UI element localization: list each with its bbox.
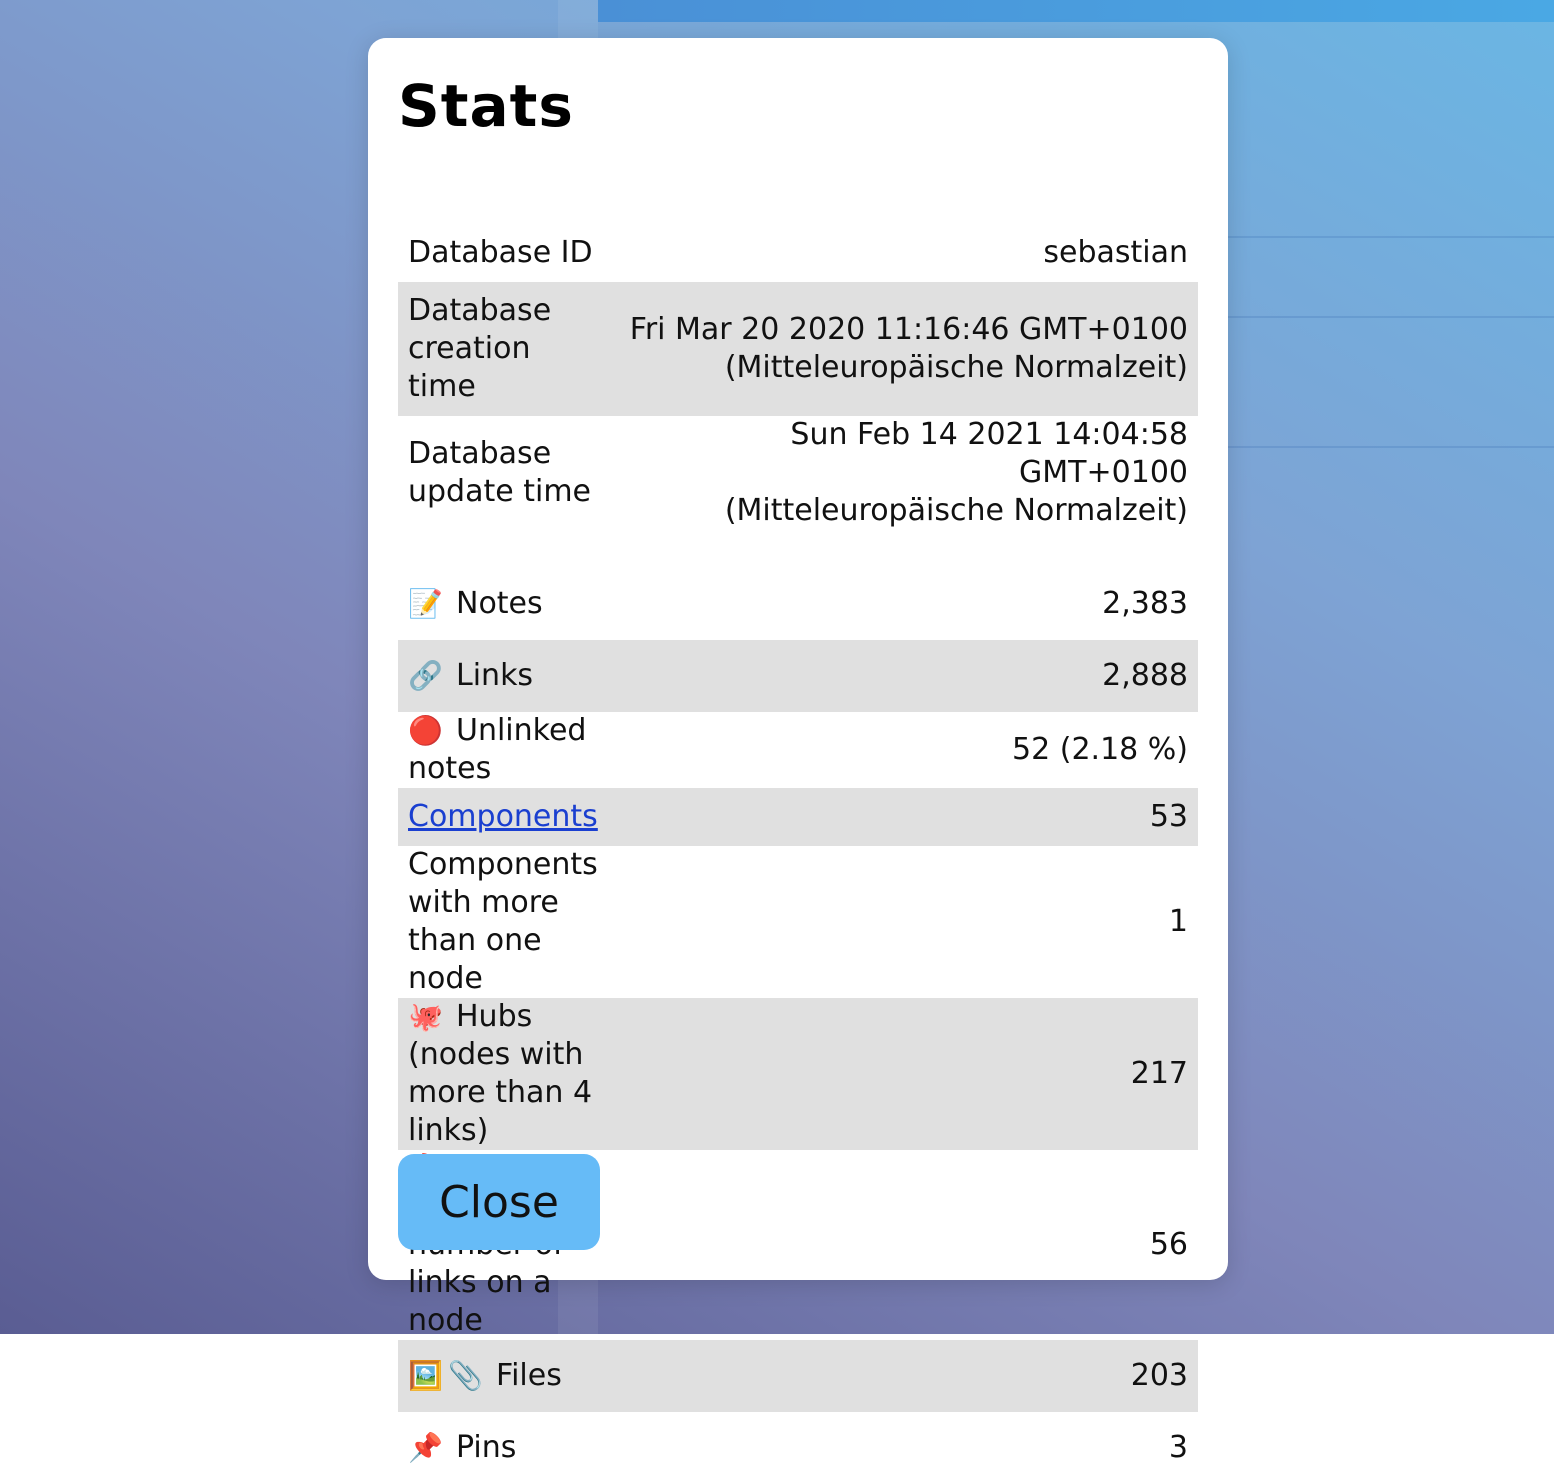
pushpin-icon: 📌 <box>408 1431 443 1464</box>
stat-label-cell: 🔴 Unlinked notes <box>398 712 608 788</box>
stat-value: 203 <box>607 1340 1198 1412</box>
memo-icon: 📝 <box>408 587 443 620</box>
stat-row-files: 🖼️ 📎 Files 203 <box>398 1340 1198 1412</box>
section-spacer <box>398 530 1198 568</box>
db-creation-value: Fri Mar 20 2020 11:16:46 GMT+0100 (Mitte… <box>607 282 1198 416</box>
close-button[interactable]: Close <box>398 1154 600 1250</box>
stats-dialog: Stats Database ID sebastian Database cre… <box>368 38 1228 1465</box>
stat-label-cell: 🐙 Hubs (nodes with more than 4 links) <box>398 998 608 1150</box>
db-update-value: Sun Feb 14 2021 14:04:58 GMT+0100 (Mitte… <box>608 416 1198 530</box>
stat-label: Pins <box>456 1430 517 1465</box>
stat-row-notes: 📝 Notes 2,383 <box>398 568 1198 640</box>
db-update-row: Database update time Sun Feb 14 2021 14:… <box>398 416 1198 530</box>
stat-value: 3 <box>1168 1430 1188 1465</box>
db-creation-label: Database creation time <box>398 282 608 416</box>
background-divider <box>1228 316 1554 318</box>
stat-value: 1 <box>1168 904 1188 939</box>
stat-row-hubs: 🐙 Hubs (nodes with more than 4 links) 217 <box>398 998 1198 1150</box>
stat-value: 2,383 <box>1102 586 1188 621</box>
dialog-title: Stats <box>398 72 574 140</box>
red-circle-icon: 🔴 <box>408 714 443 747</box>
stat-label-cell: 📝 Notes <box>398 568 608 640</box>
stat-label: Notes <box>456 586 543 621</box>
stats-table: Database ID sebastian Database creation … <box>398 224 1198 1484</box>
db-id-label: Database ID <box>408 235 593 270</box>
stat-row-multi-node-components: Components with more than one node 1 <box>398 846 1198 998</box>
db-creation-timezone: (Mitteleuropäische Normalzeit) <box>724 350 1188 385</box>
components-link[interactable]: Components <box>408 799 598 834</box>
stat-label: Components with more than one node <box>408 847 598 996</box>
stat-label: Files <box>496 1358 562 1393</box>
stat-value: 217 <box>607 998 1198 1150</box>
db-id-value: sebastian <box>1043 235 1188 270</box>
stat-row-unlinked-notes: 🔴 Unlinked notes 52 (2.18 %) <box>398 712 1198 788</box>
stat-label-cell: 📌 Pins <box>398 1412 608 1484</box>
stat-value: 52 (2.18 %) <box>1012 732 1188 767</box>
stat-row-links: 🔗 Links 2,888 <box>398 640 1198 712</box>
stat-value: 56 <box>1149 1227 1188 1262</box>
framed-picture-icon: 🖼️ <box>408 1359 443 1392</box>
db-id-row: Database ID sebastian <box>398 224 1198 282</box>
octopus-icon: 🐙 <box>408 1000 443 1033</box>
background-header-bar <box>598 0 1554 22</box>
db-update-label: Database update time <box>408 436 592 509</box>
background-divider <box>1228 446 1554 448</box>
stat-label: Links <box>456 658 534 693</box>
paperclip-icon: 📎 <box>448 1359 483 1392</box>
db-creation-row: Database creation time Fri Mar 20 2020 1… <box>398 282 1198 416</box>
db-update-datetime: Sun Feb 14 2021 14:04:58 GMT+0100 <box>790 417 1188 490</box>
link-icon: 🔗 <box>408 659 443 692</box>
db-creation-datetime: Fri Mar 20 2020 11:16:46 GMT+0100 <box>629 312 1188 347</box>
stat-label-cell: Components <box>398 788 608 846</box>
stat-value: 53 <box>607 788 1198 846</box>
stat-label-cell: 🖼️ 📎 Files <box>398 1340 608 1412</box>
stat-label-cell: 🔗 Links <box>398 640 608 712</box>
stat-row-pins: 📌 Pins 3 <box>398 1412 1198 1484</box>
stat-row-components: Components 53 <box>398 788 1198 846</box>
background-divider <box>1228 236 1554 238</box>
db-update-timezone: (Mitteleuropäische Normalzeit) <box>724 493 1188 528</box>
stat-value: 2,888 <box>607 640 1198 712</box>
